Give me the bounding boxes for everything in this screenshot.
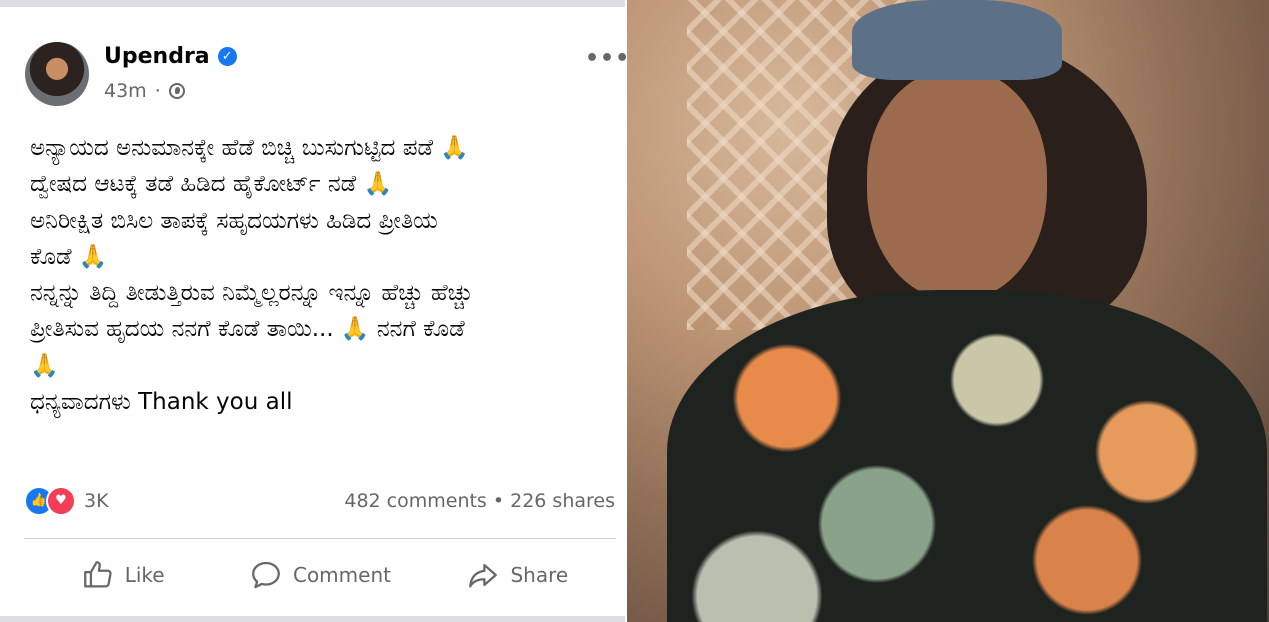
share-button[interactable]: Share <box>419 552 616 598</box>
post-body-text: ಅನ್ಯಾಯದ ಅನುಮಾನಕ್ಕೇ ಹೆಡೆ ಬಿಚ್ಚಿ ಬುಸುಗುಟ್ಟ… <box>30 130 615 420</box>
verified-badge-icon: ✓ <box>217 47 237 66</box>
like-label: Like <box>124 563 165 587</box>
facebook-post-card: Upendra ✓ 43m · ••• ಅನ್ಯಾಯದ ಅನುಮಾನಕ್ಕೇ ಹ… <box>0 0 629 622</box>
photo-cap <box>852 0 1062 80</box>
comment-button[interactable]: Comment <box>221 552 418 598</box>
portrait-photo <box>627 0 1269 622</box>
post-body-line: ಅನ್ಯಾಯದ ಅನುಮಾನಕ್ಕೇ ಹೆಡೆ ಬಿಚ್ಚಿ ಬುಸುಗುಟ್ಟ… <box>30 135 469 161</box>
post-body-line: ಕೊಡೆ 🙏 <box>30 243 108 270</box>
share-label: Share <box>510 563 569 587</box>
post-body-line: ನನ್ನನ್ನು ತಿದ್ದಿ ತೀಡುತ್ತಿರುವ ನಿಮ್ಮೆಲ್ಲರನ್… <box>30 280 473 307</box>
actions-divider <box>24 538 616 539</box>
photo-face <box>867 70 1047 300</box>
post-actions-bar: Like Comment Share <box>24 552 616 598</box>
reaction-summary[interactable]: 👍 ♥ 3K <box>24 486 109 516</box>
more-options-icon[interactable]: ••• <box>585 46 630 71</box>
top-divider <box>0 0 625 7</box>
post-body-line: ಅನಿರೀಕ್ಷಿತ ಬಿಸಿಲ ತಾಪಕ್ಕೆ ಸಹೃದಯಗಳು ಹಿಡಿದ … <box>30 207 438 234</box>
photo-floral-shirt <box>667 290 1267 622</box>
post-time[interactable]: 43m <box>104 80 147 102</box>
thumbs-up-icon <box>83 561 112 588</box>
comment-label: Comment <box>292 563 391 587</box>
post-body-line: ದ್ವೇಷದ ಆಟಕ್ಕೆ ತಡೆ ಹಿಡಿದ ಹೈಕೋರ್ಟ್ ನಡೆ 🙏 <box>30 171 393 198</box>
author-avatar[interactable] <box>25 42 89 106</box>
globe-icon <box>168 83 185 99</box>
author-name-row[interactable]: Upendra ✓ <box>104 44 237 69</box>
post-meta: 43m · <box>104 80 185 102</box>
post-body-line: ಪ್ರೀತಿಸುವ ಹೃದಯ ನನಗೆ ಕೊಡೆ ತಾಯಿ... 🙏 ನನಗೆ … <box>30 316 465 343</box>
post-body-line: ಧನ್ಯವಾದಗಳು Thank you all <box>30 389 293 416</box>
meta-separator: · <box>154 80 161 102</box>
post-body-line: 🙏 <box>30 352 59 379</box>
bottom-divider <box>0 616 625 622</box>
comment-bubble-icon <box>252 561 280 589</box>
love-reaction-icon: ♥ <box>46 486 76 516</box>
share-arrow-icon <box>469 563 498 588</box>
reaction-count[interactable]: 3K <box>84 490 109 512</box>
comment-share-counts[interactable]: 482 comments • 226 shares <box>344 490 615 512</box>
author-name[interactable]: Upendra <box>104 44 210 69</box>
like-button[interactable]: Like <box>24 552 221 598</box>
